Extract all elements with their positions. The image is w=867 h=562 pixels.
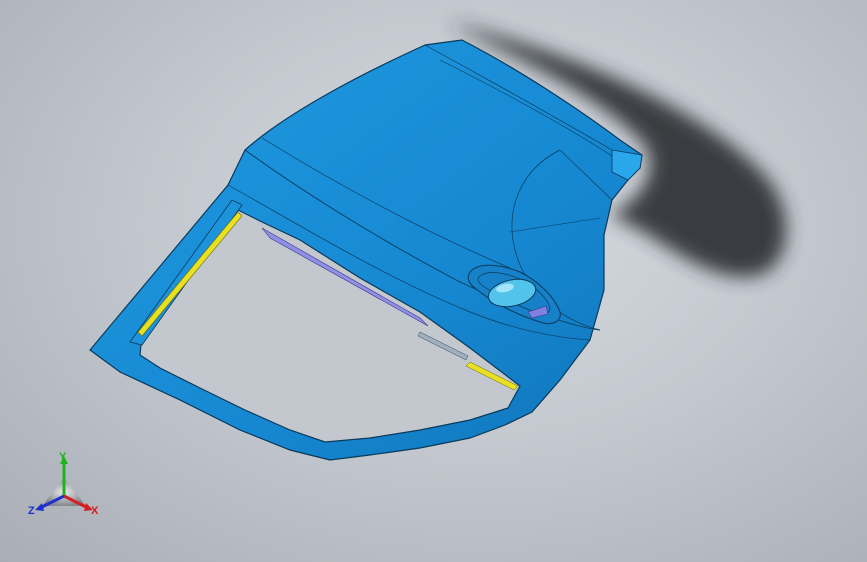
- graphics-viewport[interactable]: Y X Z: [0, 0, 867, 562]
- model-scene[interactable]: [0, 0, 867, 562]
- y-axis-label: Y: [59, 451, 67, 463]
- z-axis-arrow: [35, 503, 44, 511]
- x-axis-label: X: [91, 505, 99, 517]
- z-axis-label: Z: [28, 505, 35, 517]
- orientation-triad[interactable]: Y X Z: [24, 448, 104, 524]
